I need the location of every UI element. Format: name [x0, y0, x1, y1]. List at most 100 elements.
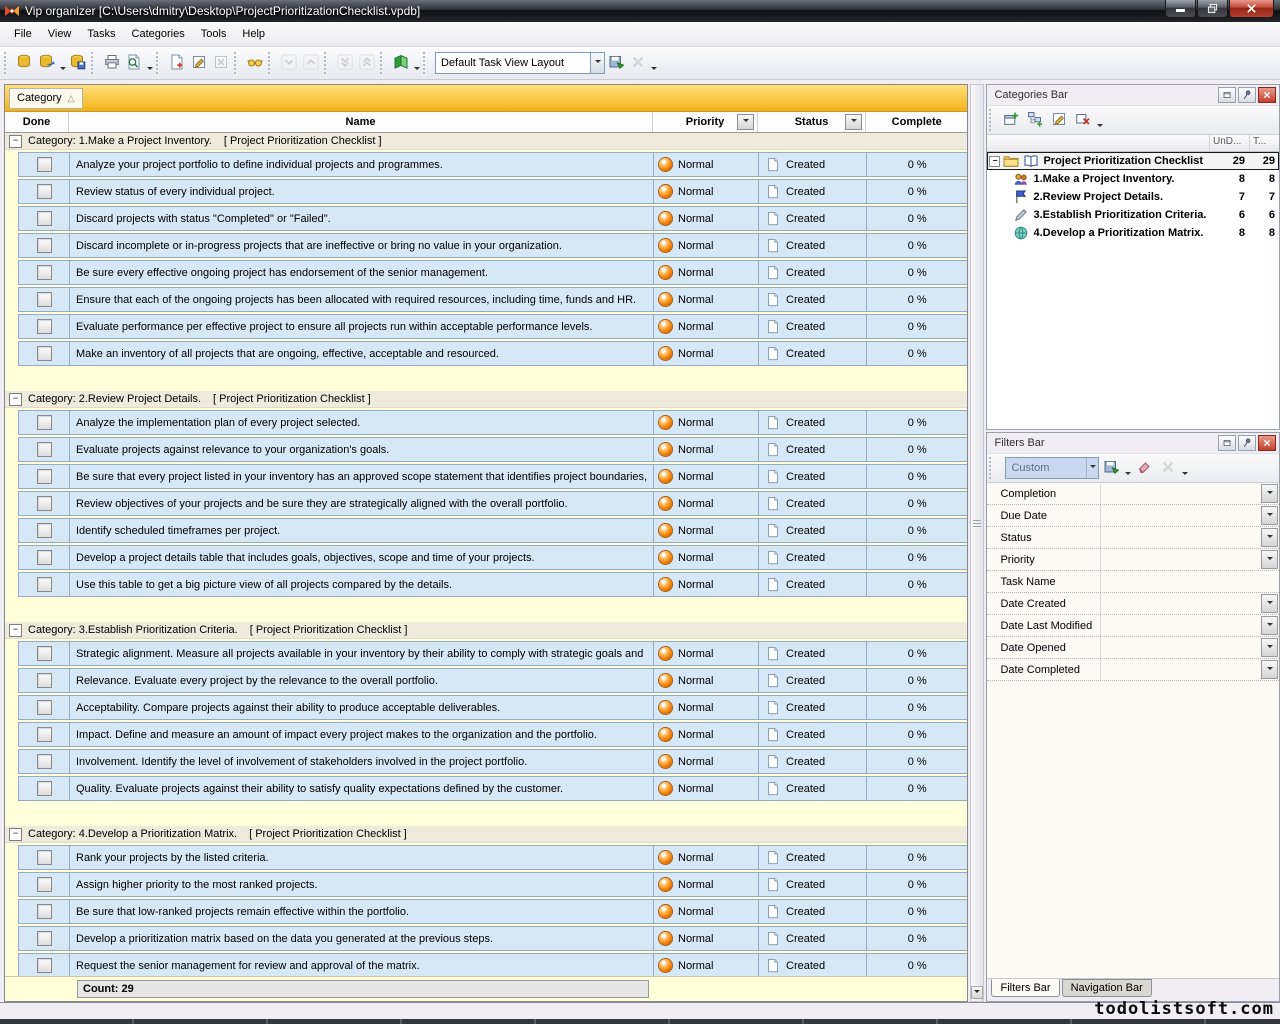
- filter-value-field[interactable]: [1101, 549, 1261, 570]
- task-done-checkbox[interactable]: [37, 754, 52, 769]
- task-row[interactable]: Quality. Evaluate projects against their…: [18, 776, 967, 801]
- task-row[interactable]: Review objectives of your projects and b…: [18, 491, 967, 516]
- task-row[interactable]: Be sure that every project listed in you…: [18, 464, 967, 489]
- task-row[interactable]: Be sure that low-ranked projects remain …: [18, 899, 967, 924]
- task-row[interactable]: Be sure every effective ongoing project …: [18, 260, 967, 285]
- panel-restore-icon[interactable]: [1218, 87, 1236, 103]
- filter-dropdown-button[interactable]: [1261, 660, 1278, 679]
- task-done-checkbox[interactable]: [37, 319, 52, 334]
- vertical-scrollbar[interactable]: [970, 84, 984, 1002]
- task-done-checkbox[interactable]: [37, 904, 52, 919]
- filter-value-field[interactable]: [1101, 505, 1261, 526]
- column-header-name[interactable]: Name: [69, 112, 653, 132]
- task-row[interactable]: Involvement. Identify the level of invol…: [18, 749, 967, 774]
- task-row[interactable]: Rank your projects by the listed criteri…: [18, 845, 967, 870]
- task-done-checkbox[interactable]: [37, 157, 52, 172]
- task-row[interactable]: Request the senior management for review…: [18, 953, 967, 976]
- print-preview-button[interactable]: [123, 52, 145, 74]
- task-done-checkbox[interactable]: [37, 781, 52, 796]
- filter-dropdown-button[interactable]: [1261, 506, 1278, 525]
- toolbar-overflow-arrow-icon[interactable]: [649, 51, 658, 76]
- column-header-priority[interactable]: Priority: [653, 112, 758, 132]
- filter-value-field[interactable]: [1101, 637, 1261, 658]
- task-done-checkbox[interactable]: [37, 346, 52, 361]
- task-row[interactable]: Analyze your project portfolio to define…: [18, 152, 967, 177]
- task-done-checkbox[interactable]: [37, 850, 52, 865]
- menu-item-tools[interactable]: Tools: [193, 25, 235, 43]
- close-button[interactable]: [1229, 0, 1274, 18]
- highlight-glasses-button[interactable]: [244, 52, 266, 74]
- task-done-checkbox[interactable]: [37, 469, 52, 484]
- filter-value-field[interactable]: [1101, 483, 1261, 504]
- print-button[interactable]: [101, 52, 123, 74]
- category-tree-item[interactable]: 1.Make a Project Inventory.88: [987, 170, 1279, 188]
- task-done-checkbox[interactable]: [37, 184, 52, 199]
- total-column-header[interactable]: T...: [1249, 135, 1279, 151]
- move-to-bottom-button[interactable]: [334, 52, 356, 74]
- task-row[interactable]: Develop a project details table that inc…: [18, 545, 967, 570]
- filter-value-field[interactable]: [1101, 527, 1261, 548]
- filter-dropdown-button[interactable]: [1261, 528, 1278, 547]
- task-row[interactable]: Relevance. Evaluate every project by the…: [18, 668, 967, 693]
- print-preview-dropdown-arrow-icon[interactable]: [145, 51, 154, 76]
- category-group-header[interactable]: −Category: 3.Establish Prioritization Cr…: [5, 622, 967, 639]
- panel-close-icon[interactable]: [1258, 435, 1276, 451]
- task-row[interactable]: Discard incomplete or in-progress projec…: [18, 233, 967, 258]
- column-header-done[interactable]: Done: [5, 112, 69, 132]
- move-down-button[interactable]: [278, 52, 300, 74]
- category-tree-item[interactable]: 4.Develop a Prioritization Matrix.88: [987, 224, 1279, 242]
- category-tree-item[interactable]: 3.Establish Prioritization Criteria.66: [987, 206, 1279, 224]
- task-row[interactable]: Identify scheduled timeframes per projec…: [18, 518, 967, 543]
- filter-dropdown-button[interactable]: [1261, 638, 1278, 657]
- filter-dropdown-button[interactable]: [1261, 594, 1278, 613]
- new-task-button[interactable]: [166, 52, 188, 74]
- task-done-checkbox[interactable]: [37, 496, 52, 511]
- apply-filter-dropdown-arrow-icon[interactable]: [1123, 456, 1132, 481]
- open-database-dropdown-arrow-icon[interactable]: [58, 51, 67, 76]
- task-done-checkbox[interactable]: [37, 877, 52, 892]
- restore-button[interactable]: [1197, 0, 1228, 18]
- task-row[interactable]: Strategic alignment. Measure all project…: [18, 641, 967, 666]
- task-done-checkbox[interactable]: [37, 523, 52, 538]
- task-row[interactable]: Evaluate projects against relevance to y…: [18, 437, 967, 462]
- view-layout-dropdown-arrow-icon[interactable]: [412, 51, 421, 76]
- tab-filters-bar[interactable]: Filters Bar: [991, 979, 1059, 997]
- collapse-expander-icon[interactable]: −: [9, 393, 22, 406]
- task-done-checkbox[interactable]: [37, 958, 52, 973]
- category-group-header[interactable]: −Category: 2.Review Project Details.[ Pr…: [5, 391, 967, 408]
- collapse-expander-icon[interactable]: −: [9, 135, 22, 148]
- task-done-checkbox[interactable]: [37, 727, 52, 742]
- task-row[interactable]: Develop a prioritization matrix based on…: [18, 926, 967, 951]
- delete-layout-button[interactable]: [627, 52, 649, 74]
- group-by-category-button[interactable]: Category △: [9, 88, 83, 109]
- task-row[interactable]: Use this table to get a big picture view…: [18, 572, 967, 597]
- category-tree-item[interactable]: 2.Review Project Details.77: [987, 188, 1279, 206]
- category-group-header[interactable]: −Category: 1.Make a Project Inventory.[ …: [5, 133, 967, 150]
- menu-item-view[interactable]: View: [40, 25, 80, 43]
- panel-pin-icon[interactable]: [1238, 435, 1256, 451]
- delete-filter-button[interactable]: [1156, 456, 1180, 480]
- task-view-layout-combobox[interactable]: Default Task View Layout: [435, 52, 605, 74]
- task-row[interactable]: Evaluate performance per effective proje…: [18, 314, 967, 339]
- task-row[interactable]: Review status of every individual projec…: [18, 179, 967, 204]
- chevron-down-icon[interactable]: [1086, 458, 1098, 478]
- task-done-checkbox[interactable]: [37, 211, 52, 226]
- filter-dropdown-button[interactable]: [737, 114, 754, 130]
- edit-task-button[interactable]: [188, 52, 210, 74]
- task-done-checkbox[interactable]: [37, 442, 52, 457]
- filter-value-field[interactable]: [1101, 659, 1261, 680]
- tab-navigation-bar[interactable]: Navigation Bar: [1062, 979, 1152, 997]
- column-header-status[interactable]: Status: [758, 112, 866, 132]
- filter-value-field[interactable]: [1101, 571, 1279, 592]
- task-row[interactable]: Acceptability. Compare projects against …: [18, 695, 967, 720]
- panel-restore-icon[interactable]: [1218, 435, 1236, 451]
- filter-dropdown-button[interactable]: [1261, 616, 1278, 635]
- windows-taskbar[interactable]: [0, 1019, 1280, 1024]
- delete-task-button[interactable]: [210, 52, 232, 74]
- clear-filter-button[interactable]: [1132, 456, 1156, 480]
- delete-category-button[interactable]: [1071, 108, 1095, 132]
- save-layout-button[interactable]: [605, 52, 627, 74]
- filter-dropdown-button[interactable]: [1261, 484, 1278, 503]
- category-tree-root[interactable]: −Project Prioritization Checklist2929: [987, 152, 1279, 170]
- task-row[interactable]: Impact. Define and measure an amount of …: [18, 722, 967, 747]
